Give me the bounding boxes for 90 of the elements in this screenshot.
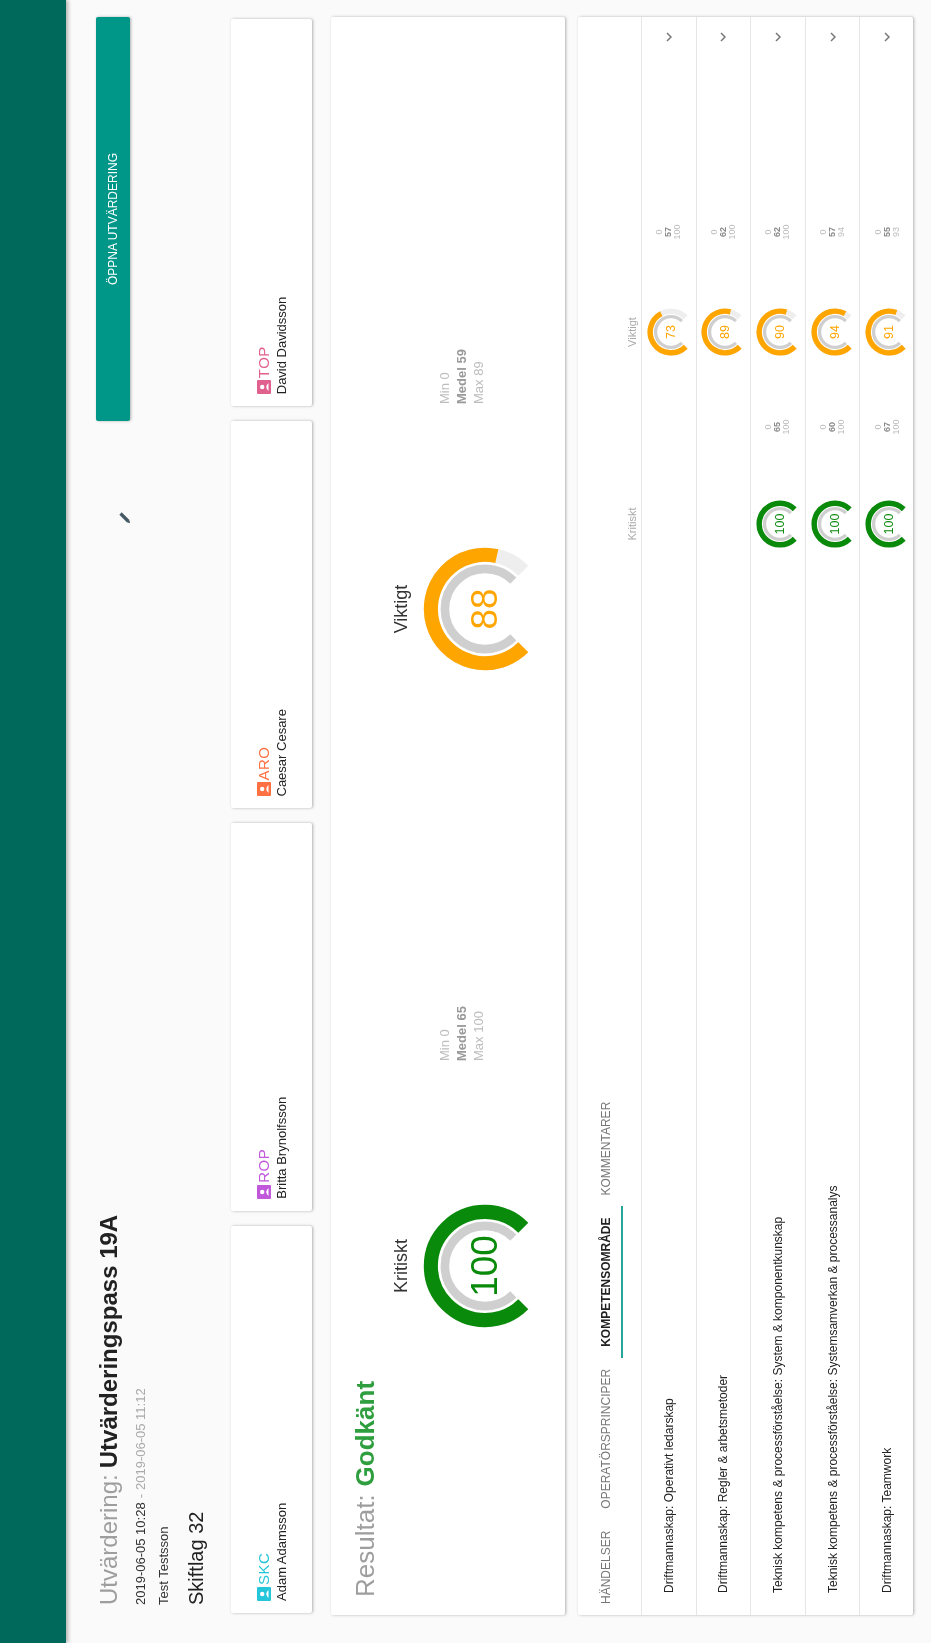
gauge-dial [701,308,742,356]
competence-label: Driftmannaskap: Regler & arbetsmetoder [716,1373,731,1595]
stat-text: Medel 59 [453,349,470,404]
min-value: 0 [819,424,829,430]
gauge-value: 91 [882,325,897,339]
stat-text: Max 100 [470,1010,487,1061]
min-value: 0 [873,229,883,235]
competence-row[interactable]: Driftmannaskap: Regler & arbetsmetoder 89 0 62 100 [695,17,751,1615]
author-name: Test Testsson [156,1525,171,1605]
max-value: 100 [782,224,792,240]
min-value: 0 [873,424,883,430]
mean-value: 65 [773,422,783,432]
gauge-dial [865,308,906,356]
start-time: 2019-06-05 10:28 [133,1502,148,1605]
min-value: 0 [764,424,774,430]
gauge-value: 100 [882,513,897,535]
mean-value: 60 [828,422,838,432]
gauge-value: 88 [464,588,506,630]
gauge-dial [756,500,797,548]
person-name: Caesar Cesare [274,708,289,797]
gauge-value: 73 [663,325,678,339]
gauge-dial [811,308,852,356]
chevron-icon [884,32,891,42]
max-value: 100 [837,419,847,435]
gauge-value: 89 [718,325,733,339]
gauge-dial [756,308,797,356]
person-name: Britta Brynolfsson [274,1095,289,1199]
evaluation-title: Utvärderingspass 19A [95,1214,122,1469]
end-time: 2019-06-05 11:12 [133,1388,148,1490]
gauge-dial [865,500,906,548]
max-value: 100 [891,419,901,435]
gauge-dial [647,308,688,356]
min-value: 0 [764,229,774,235]
pencil-icon[interactable] [117,510,132,525]
max-value: 94 [837,227,847,237]
mean-value: 57 [664,227,674,237]
max-value: 100 [727,224,737,240]
gauge-value: 100 [773,513,788,535]
mean-value: 62 [773,227,783,237]
tab[interactable]: HÄNDELSER [591,1519,623,1615]
tab[interactable]: KOMMENTARER [591,1090,623,1207]
stat-text: Medel 65 [453,1006,470,1061]
stat-text: Max 89 [470,360,487,404]
role-label: SKC [255,1552,272,1585]
team-name: Skiftlag 32 [185,1510,208,1605]
competence-label: Teknisk kompetens & processförståelse: Systemsamverkan & processanalys [825,1184,840,1595]
max-value: 100 [673,224,683,240]
gauge-value: 100 [464,1235,506,1297]
column-header: Viktigt [626,316,638,349]
stat-text: Min 0 [436,1028,453,1061]
gauge-value: 94 [827,325,842,339]
mean-value: 62 [718,227,728,237]
mean-value: 57 [828,227,838,237]
result-label: Resultat: [350,1494,380,1597]
competence-label: Driftmannaskap: Teamwork [880,1446,895,1595]
min-value: 0 [709,229,719,235]
gauge-value: 100 [827,513,842,535]
role-label: ARO [255,746,272,781]
tab[interactable]: OPERATÖRSPRINCIPER [591,1357,623,1520]
gauge-title: Viktigt [391,584,412,634]
max-value: 100 [782,419,792,435]
role-label: TOP [255,346,272,379]
competence-row[interactable]: Driftmannaskap: Teamwork 100 0 67 100 91 0 55 93 [859,17,914,1615]
gauge-title: Kritiskt [391,1239,412,1293]
person-name: Adam Adamsson [274,1501,289,1601]
mean-value: 55 [882,227,892,237]
title-label: Utvärdering: [95,1474,122,1605]
chevron-icon [665,32,672,42]
competence-label: Driftmannaskap: Operativt ledarskap [661,1397,676,1595]
gauge-value: 90 [773,325,788,339]
gauge-dial [811,500,852,548]
person-name: David Davidsson [274,295,289,395]
min-value: 0 [819,229,829,235]
chevron-icon [775,32,781,42]
competence-label: Teknisk kompetens & processförståelse: System & komponentkunskap [771,1215,785,1595]
competence-row[interactable]: Teknisk kompetens & processförståelse: System & komponentkunskap 100 0 65 100 90 0 62 100 [750,17,805,1615]
min-value: 0 [655,229,665,235]
result-value: Godkänt [350,1380,380,1487]
competence-row[interactable]: Driftmannaskap: Operativt ledarskap 73 0 57 100 [641,17,696,1615]
chevron-icon [829,32,836,42]
column-header: Kritiskt [626,506,638,543]
stat-text: Min 0 [436,371,453,404]
competence-row[interactable]: Teknisk kompetens & processförståelse: Systemsamverkan & processanalys 100 0 60 100 94 0 57 94 [804,17,860,1615]
mean-value: 67 [882,422,892,432]
tab[interactable]: KOMPETENSOMRÅDE [591,1206,623,1358]
max-value: 93 [891,227,901,237]
date-separator: - [133,1494,148,1499]
role-label: ROP [255,1148,272,1183]
open-evaluation-button[interactable]: ÖPPNA UTVÄRDERING [96,17,130,421]
chevron-icon [720,32,727,42]
